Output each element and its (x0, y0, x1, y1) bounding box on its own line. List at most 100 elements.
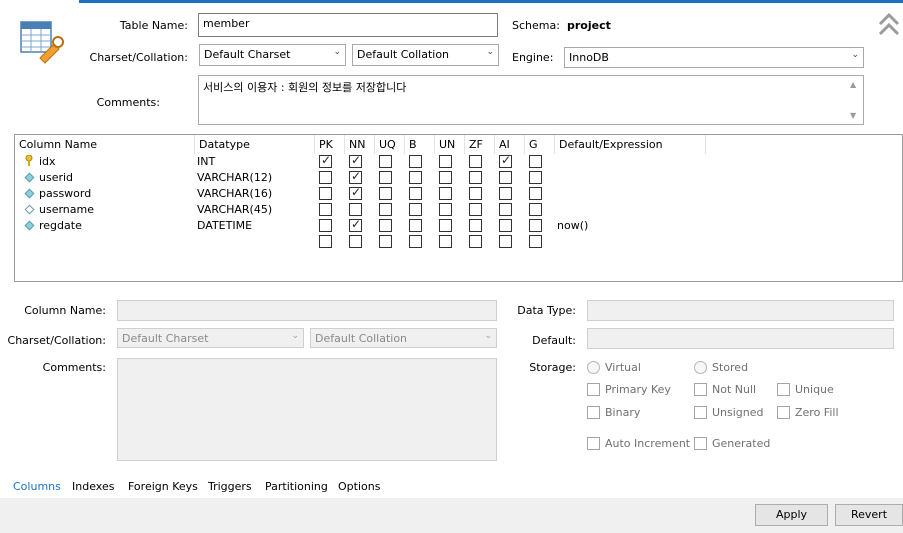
datatype-cell[interactable]: DATETIME (197, 219, 252, 232)
nn-checkbox[interactable] (349, 235, 362, 248)
nn-checkbox[interactable] (349, 203, 362, 216)
header-zf[interactable]: ZF (469, 138, 483, 151)
un-checkbox[interactable] (439, 171, 452, 184)
ai-checkbox[interactable] (499, 187, 512, 200)
datatype-cell[interactable]: VARCHAR(16) (197, 187, 272, 200)
zf-checkbox[interactable] (469, 155, 482, 168)
column-name-cell[interactable]: idx (39, 155, 56, 168)
ai-checkbox[interactable] (499, 235, 512, 248)
g-checkbox[interactable] (529, 219, 542, 232)
uq-checkbox[interactable] (379, 235, 392, 248)
tab-indexes[interactable]: Indexes (72, 480, 114, 493)
header-column-name[interactable]: Column Name (19, 138, 97, 151)
detail-charset-select[interactable]: Default Charset ⌄ (117, 328, 304, 348)
nn-checkbox[interactable]: ✓ (349, 169, 362, 184)
tab-partitioning[interactable]: Partitioning (265, 480, 328, 493)
scroll-down-icon[interactable]: ▼ (850, 111, 856, 120)
generated-checkbox[interactable] (694, 437, 707, 450)
charset-select[interactable]: Default Charset ⌄ (199, 44, 346, 66)
table-row[interactable]: userid VARCHAR(12) ✓ (15, 169, 903, 186)
zf-checkbox[interactable] (469, 203, 482, 216)
tab-triggers[interactable]: Triggers (208, 480, 252, 493)
ai-checkbox[interactable]: ✓ (499, 153, 512, 168)
pk-checkbox[interactable] (319, 187, 332, 200)
table-row[interactable]: idx INT ✓ ✓ ✓ (15, 153, 903, 170)
revert-button[interactable]: Revert (835, 504, 903, 526)
header-datatype[interactable]: Datatype (199, 138, 250, 151)
table-row[interactable]: regdate DATETIME now() ✓ (15, 217, 903, 234)
nn-checkbox[interactable]: ✓ (349, 153, 362, 168)
pk-checkbox[interactable] (319, 235, 332, 248)
ai-checkbox[interactable] (499, 219, 512, 232)
un-checkbox[interactable] (439, 203, 452, 216)
header-un[interactable]: UN (439, 138, 455, 151)
datatype-cell[interactable]: INT (197, 155, 215, 168)
uq-checkbox[interactable] (379, 187, 392, 200)
table-row[interactable]: password VARCHAR(16) ✓ (15, 185, 903, 202)
unsigned-checkbox[interactable] (694, 406, 707, 419)
nn-checkbox[interactable]: ✓ (349, 185, 362, 200)
datatype-cell[interactable]: VARCHAR(12) (197, 171, 272, 184)
header-pk[interactable]: PK (319, 138, 333, 151)
g-checkbox[interactable] (529, 155, 542, 168)
column-name-cell[interactable]: userid (39, 171, 73, 184)
datatype-cell[interactable]: VARCHAR(45) (197, 203, 272, 216)
zf-checkbox[interactable] (469, 219, 482, 232)
zf-checkbox[interactable] (469, 171, 482, 184)
un-checkbox[interactable] (439, 187, 452, 200)
collation-select[interactable]: Default Collation ⌄ (352, 44, 499, 66)
uq-checkbox[interactable] (379, 219, 392, 232)
primary-key-checkbox[interactable] (587, 383, 600, 396)
detail-column-name-input[interactable] (117, 300, 497, 321)
header-nn[interactable]: NN (349, 138, 365, 151)
virtual-radio[interactable] (587, 361, 600, 374)
unique-checkbox[interactable] (777, 383, 790, 396)
uq-checkbox[interactable] (379, 203, 392, 216)
tab-columns[interactable]: Columns (13, 480, 61, 493)
zero-fill-checkbox[interactable] (777, 406, 790, 419)
detail-comments-textarea[interactable] (117, 358, 497, 461)
scroll-up-icon[interactable]: ▲ (850, 80, 856, 89)
collapse-chevron-icon[interactable] (878, 12, 900, 38)
g-checkbox[interactable] (529, 187, 542, 200)
ai-checkbox[interactable] (499, 203, 512, 216)
tab-options[interactable]: Options (338, 480, 380, 493)
b-checkbox[interactable] (409, 219, 422, 232)
g-checkbox[interactable] (529, 235, 542, 248)
pk-checkbox[interactable] (319, 203, 332, 216)
b-checkbox[interactable] (409, 171, 422, 184)
b-checkbox[interactable] (409, 203, 422, 216)
uq-checkbox[interactable] (379, 171, 392, 184)
table-name-input[interactable]: member (198, 13, 498, 37)
detail-datatype-input[interactable] (587, 300, 894, 321)
zf-checkbox[interactable] (469, 235, 482, 248)
detail-collation-select[interactable]: Default Collation ⌄ (310, 328, 497, 348)
g-checkbox[interactable] (529, 171, 542, 184)
columns-grid[interactable]: Column Name Datatype PK NN UQ B UN ZF AI… (14, 134, 903, 282)
tab-foreign-keys[interactable]: Foreign Keys (128, 480, 198, 493)
auto-increment-checkbox[interactable] (587, 437, 600, 450)
header-ai[interactable]: AI (499, 138, 510, 151)
not-null-checkbox[interactable] (694, 383, 707, 396)
header-b[interactable]: B (409, 138, 417, 151)
column-name-cell[interactable]: username (39, 203, 94, 216)
apply-button[interactable]: Apply (755, 504, 828, 526)
ai-checkbox[interactable] (499, 171, 512, 184)
un-checkbox[interactable] (439, 155, 452, 168)
header-uq[interactable]: UQ (379, 138, 396, 151)
table-comments-textarea[interactable]: 서비스의 이용자 : 회원의 정보를 저장합니다 (198, 75, 864, 125)
b-checkbox[interactable] (409, 187, 422, 200)
un-checkbox[interactable] (439, 219, 452, 232)
column-name-cell[interactable]: password (39, 187, 91, 200)
default-expression-cell[interactable]: now() (557, 219, 588, 232)
un-checkbox[interactable] (439, 235, 452, 248)
uq-checkbox[interactable] (379, 155, 392, 168)
header-default-expression[interactable]: Default/Expression (559, 138, 663, 151)
header-g[interactable]: G (529, 138, 538, 151)
new-column-row[interactable] (15, 234, 903, 250)
b-checkbox[interactable] (409, 235, 422, 248)
binary-checkbox[interactable] (587, 406, 600, 419)
zf-checkbox[interactable] (469, 187, 482, 200)
detail-default-input[interactable] (587, 328, 894, 349)
table-row[interactable]: username VARCHAR(45) (15, 202, 903, 218)
